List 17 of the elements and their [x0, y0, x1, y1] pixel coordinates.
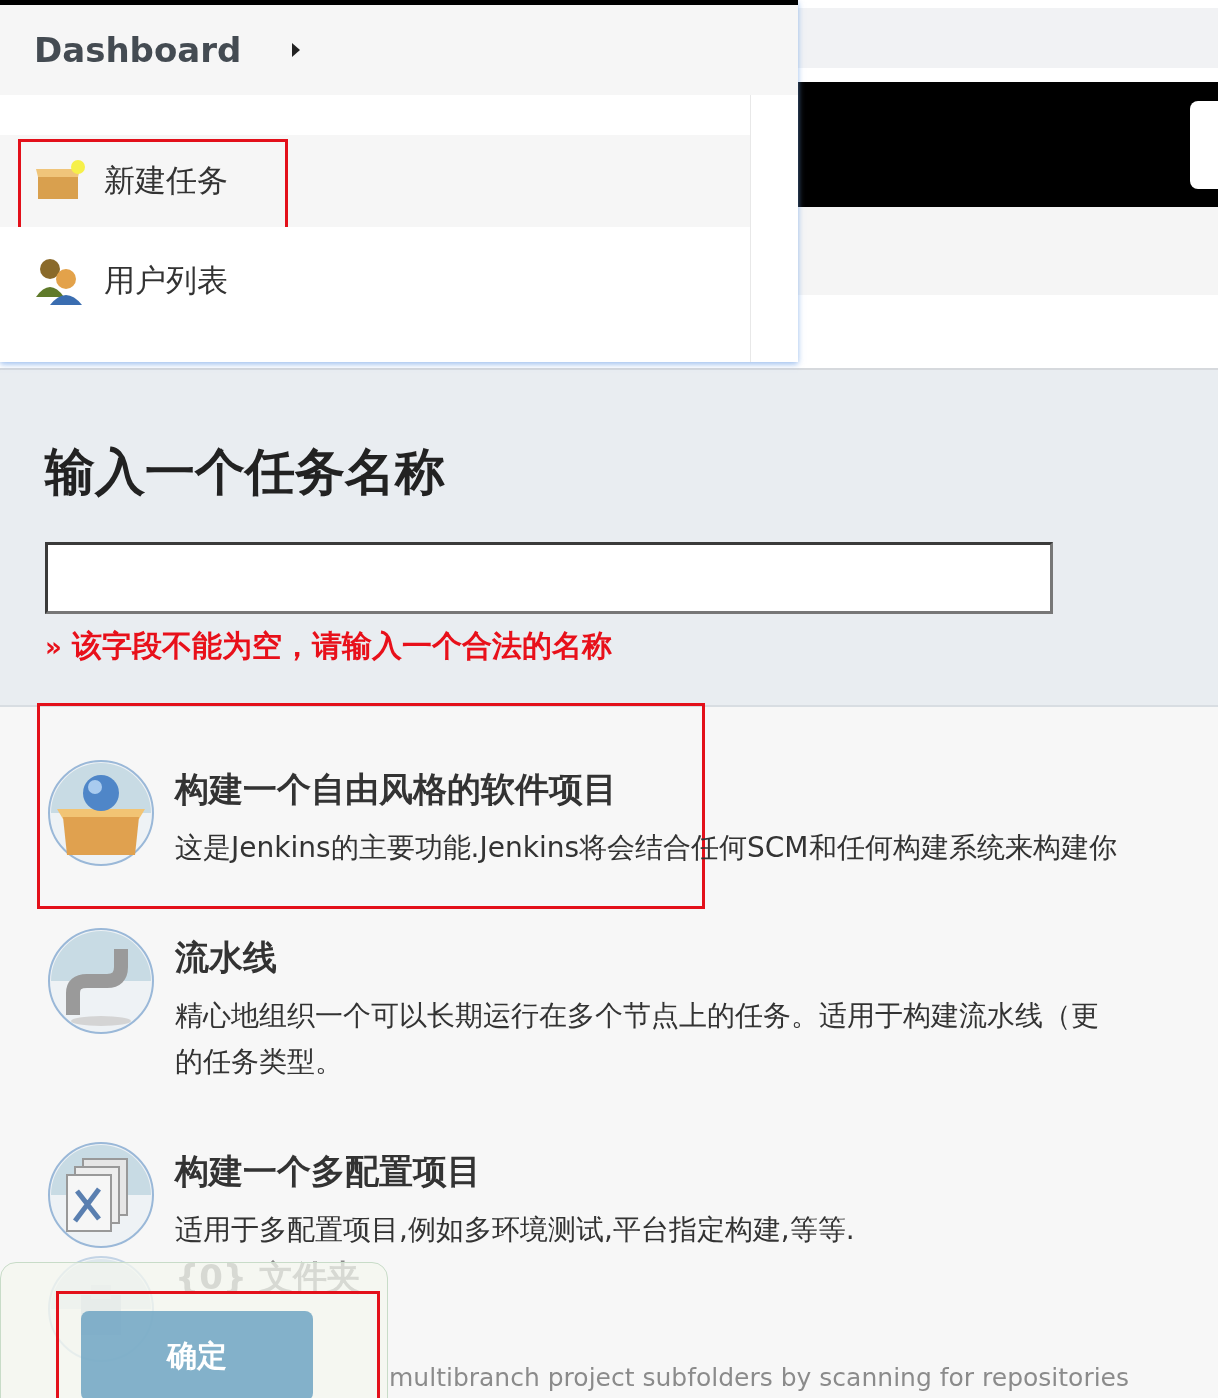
documents-icon — [47, 1141, 155, 1249]
package-icon — [47, 759, 155, 867]
item-type-title[interactable]: 构建一个自由风格的软件项目 — [175, 767, 617, 813]
header-button[interactable] — [1190, 100, 1218, 189]
item-type-description: 适用于多配置项目,例如多环境测试,平台指定构建,等等. — [175, 1212, 855, 1248]
item-type-description: multibranch project subfolders by scanning for repositories — [389, 1362, 1130, 1394]
menu-title[interactable]: Dashboard — [34, 30, 242, 70]
item-type-description: 精心地组织一个可以长期运行在多个节点上的任务。适用于构建流水线（更 的任务类型。 — [175, 998, 1099, 1080]
error-message: 该字段不能为空，请输入一个合法的名称 — [71, 627, 612, 665]
pipe-icon — [47, 927, 155, 1035]
item-type-title[interactable]: 流水线 — [175, 935, 277, 981]
item-type-title[interactable]: 构建一个多配置项目 — [175, 1149, 481, 1195]
menu-item[interactable]: 新建任务 — [0, 135, 750, 227]
error-marker: » — [45, 632, 62, 662]
caret-icon — [291, 42, 302, 58]
form-heading: 输入一个任务名称 — [45, 442, 446, 503]
name-input[interactable] — [45, 542, 1053, 614]
